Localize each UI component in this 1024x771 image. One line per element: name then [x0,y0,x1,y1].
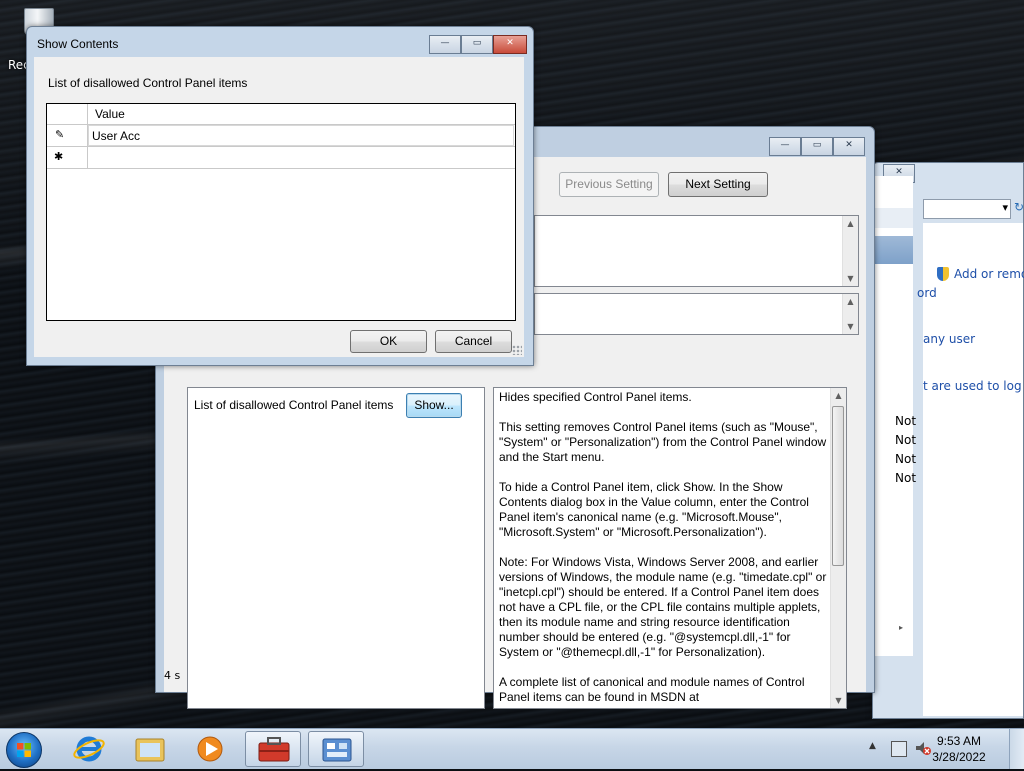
help-text: Hides specified Control Panel items. Thi… [499,390,831,705]
dropdown-arrow-icon[interactable]: ▾ [1002,201,1008,214]
ok-button[interactable]: OK [350,330,427,353]
value-cell-text: User Acc [92,129,141,143]
shield-icon [937,267,949,281]
internet-explorer-icon[interactable] [61,731,117,767]
scroll-up-icon[interactable]: ▲ [843,294,858,309]
log-on-link[interactable]: t are used to log on [923,379,1024,393]
close-button[interactable]: ✕ [493,35,527,54]
back-window-content: Add or remov ord any user t are used to … [917,223,1024,716]
values-grid: Value ✎ User Acc ✱ [46,103,516,321]
option-label: List of disallowed Control Panel items [194,398,394,412]
back-window-address-bar[interactable]: ▾ [923,199,1011,219]
help-paragraph: Note: For Windows Vista, Windows Server … [499,555,827,659]
dialog-client-area: List of disallowed Control Panel items V… [34,57,524,357]
taskbar: ▲ 9:53 AM 3/28/2022 [0,728,1024,769]
help-paragraph: To hide a Control Panel item, click Show… [499,480,809,539]
cancel-button[interactable]: Cancel [435,330,512,353]
resize-grip-icon[interactable] [512,345,522,355]
system-clock[interactable]: 9:53 AM 3/28/2022 [924,733,994,765]
password-link[interactable]: ord [917,286,937,300]
column-header-value[interactable]: Value [95,107,125,121]
windows-explorer-icon[interactable] [122,731,178,767]
scroll-down-icon[interactable]: ▼ [831,693,846,708]
windows-flag-icon [17,743,31,757]
left-status-text: 4 s [164,669,181,682]
help-paragraph: Hides specified Control Panel items. [499,390,692,404]
scroll-down-icon[interactable]: ▼ [843,319,858,334]
help-paragraph: This setting removes Control Panel items… [499,420,827,464]
refresh-icon[interactable]: ↻ [1014,200,1024,216]
scroll-up-icon[interactable]: ▲ [843,216,858,231]
options-panel: List of disallowed Control Panel items S… [187,387,485,709]
supported-on-box: ▲ ▼ [534,293,859,335]
scroll-down-icon[interactable]: ▼ [843,271,858,286]
network-icon[interactable] [891,741,907,757]
status-cell: Not [895,471,917,485]
clock-time: 9:53 AM [936,734,982,748]
value-cell[interactable] [88,147,514,168]
start-orb[interactable] [6,732,42,768]
control-panel-icon[interactable] [308,731,364,767]
help-scrollbar[interactable]: ▲ ▼ [830,388,846,708]
scroll-up-icon[interactable]: ▲ [831,388,846,403]
edit-row-icon: ✎ [55,128,65,141]
status-cell: Not [895,452,917,466]
clock-date: 3/28/2022 [932,750,986,764]
toolbox-icon[interactable] [245,731,301,767]
close-button[interactable]: ✕ [833,137,865,156]
show-contents-dialog: Show Contents — ▭ ✕ List of disallowed C… [26,26,534,366]
media-player-icon[interactable] [182,731,238,767]
dialog-title: Show Contents [37,37,119,51]
new-grid-row[interactable]: ✱ [47,147,515,169]
minimize-button[interactable]: — [429,35,461,54]
new-row-icon: ✱ [54,150,64,163]
maximize-button[interactable]: ▭ [801,137,833,156]
show-button[interactable]: Show... [406,393,462,418]
policy-list-strip: Not Not Not Not ▸ [872,176,917,656]
next-setting-button[interactable]: Next Setting [668,172,768,197]
status-cell: Not [895,433,917,447]
minimize-button[interactable]: — [769,137,801,156]
maximize-button[interactable]: ▭ [461,35,493,54]
add-or-remove-link[interactable]: Add or remov [954,267,1024,281]
dialog-label: List of disallowed Control Panel items [48,76,248,90]
status-cell: Not [895,414,917,428]
comment-box[interactable]: ▲ ▼ [534,215,859,287]
help-paragraph: A complete list of canonical and module … [499,675,805,704]
value-cell[interactable]: User Acc [88,125,514,146]
grid-row[interactable]: ✎ User Acc [47,125,515,147]
any-user-link[interactable]: any user [923,332,975,346]
show-desktop-button[interactable] [1009,729,1024,769]
help-panel: Hides specified Control Panel items. Thi… [493,387,847,709]
scroll-thumb[interactable] [832,406,844,566]
previous-setting-button: Previous Setting [559,172,659,197]
show-hidden-icons-icon[interactable]: ▲ [869,741,876,751]
horizontal-scroll-right-icon[interactable]: ▸ [899,623,903,632]
